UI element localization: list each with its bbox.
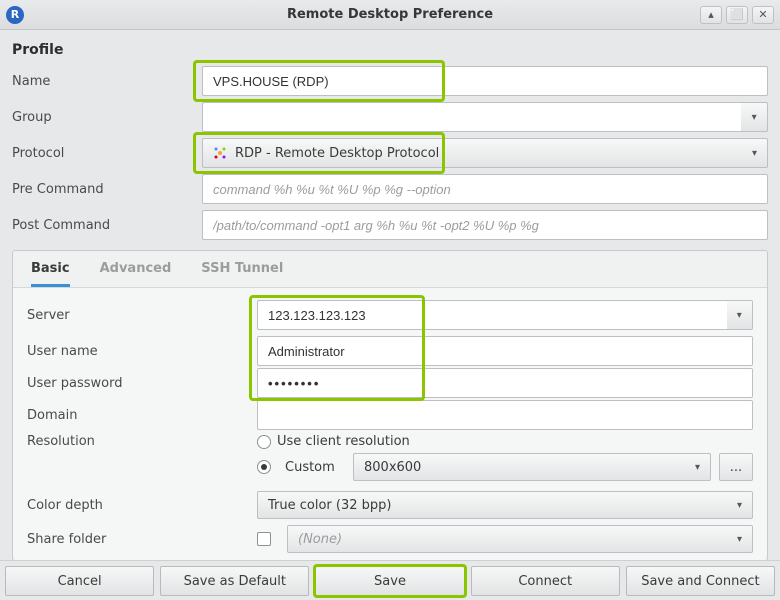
server-dropdown-button[interactable]: ▾ [727,300,754,330]
resolution-combobox[interactable]: 800x600 ▾ [353,453,711,481]
password-input[interactable] [257,368,753,398]
chevron-down-icon: ▾ [752,148,757,159]
password-label: User password [27,376,257,391]
window-maximize-button[interactable]: ⬜ [726,6,748,24]
sharefolder-value: (None) [298,532,342,547]
connect-button[interactable]: Connect [471,566,620,596]
colordepth-combobox[interactable]: True color (32 bpp) ▾ [257,491,753,519]
sharefolder-label: Share folder [27,532,257,547]
window-minimize-button[interactable]: ▴ [700,6,722,24]
row-domain: Domain [27,400,753,430]
chevron-down-icon: ▾ [695,462,700,473]
row-precmd: Pre Command [12,174,768,204]
resolution-value: 800x600 [364,460,421,475]
row-postcmd: Post Command [12,210,768,240]
window-close-button[interactable]: ✕ [752,6,774,24]
rdp-icon [213,146,227,160]
protocol-label: Protocol [12,146,202,161]
row-sharefolder: Share folder (None) ▾ [27,524,753,554]
username-input[interactable] [257,336,753,366]
resolution-more-button[interactable]: ... [719,453,753,481]
resolution-label: Resolution [27,434,257,449]
tab-panel: Basic Advanced SSH Tunnel Server ▾ User … [12,250,768,560]
group-label: Group [12,110,202,125]
profile-section-title: Profile [12,42,768,58]
row-resolution: Resolution Use client resolution Custom … [27,434,753,484]
row-name: Name [12,66,768,96]
domain-input[interactable] [257,400,753,430]
chevron-down-icon: ▾ [737,500,742,511]
row-protocol: Protocol RDP - Remote Desktop Protocol ▾ [12,138,768,168]
domain-label: Domain [27,408,257,423]
server-label: Server [27,308,257,323]
save-button[interactable]: Save [315,566,464,596]
group-dropdown-button[interactable]: ▾ [741,102,768,132]
protocol-combobox[interactable]: RDP - Remote Desktop Protocol ▾ [202,138,768,168]
window-title: Remote Desktop Preference [0,7,780,22]
colordepth-value: True color (32 bpp) [268,498,391,513]
titlebar: R Remote Desktop Preference ▴ ⬜ ✕ [0,0,780,30]
tab-ssh-tunnel[interactable]: SSH Tunnel [201,261,283,287]
postcmd-label: Post Command [12,218,202,233]
app-icon: R [6,6,24,24]
row-colordepth: Color depth True color (32 bpp) ▾ [27,490,753,520]
server-input[interactable] [257,300,727,330]
row-password: User password [27,368,753,398]
radio-custom-resolution-label: Custom [285,460,345,475]
group-input[interactable] [202,102,741,132]
row-group: Group ▾ [12,102,768,132]
tab-bar: Basic Advanced SSH Tunnel [13,251,767,288]
save-connect-button[interactable]: Save and Connect [626,566,775,596]
name-input[interactable] [202,66,768,96]
username-label: User name [27,344,257,359]
radio-client-resolution[interactable] [257,435,271,449]
protocol-value: RDP - Remote Desktop Protocol [235,146,439,161]
button-bar: Cancel Save as Default Save Connect Save… [0,560,780,600]
colordepth-label: Color depth [27,498,257,513]
row-server: Server ▾ [27,300,753,330]
sharefolder-checkbox[interactable] [257,532,271,546]
precmd-input[interactable] [202,174,768,204]
cancel-button[interactable]: Cancel [5,566,154,596]
radio-custom-resolution[interactable] [257,460,271,474]
row-username: User name [27,336,753,366]
name-label: Name [12,74,202,89]
tab-basic[interactable]: Basic [31,261,70,287]
radio-client-resolution-label: Use client resolution [277,434,410,449]
chevron-down-icon: ▾ [737,534,742,545]
sharefolder-combobox[interactable]: (None) ▾ [287,525,753,553]
postcmd-input[interactable] [202,210,768,240]
precmd-label: Pre Command [12,182,202,197]
tab-advanced[interactable]: Advanced [100,261,172,287]
save-default-button[interactable]: Save as Default [160,566,309,596]
